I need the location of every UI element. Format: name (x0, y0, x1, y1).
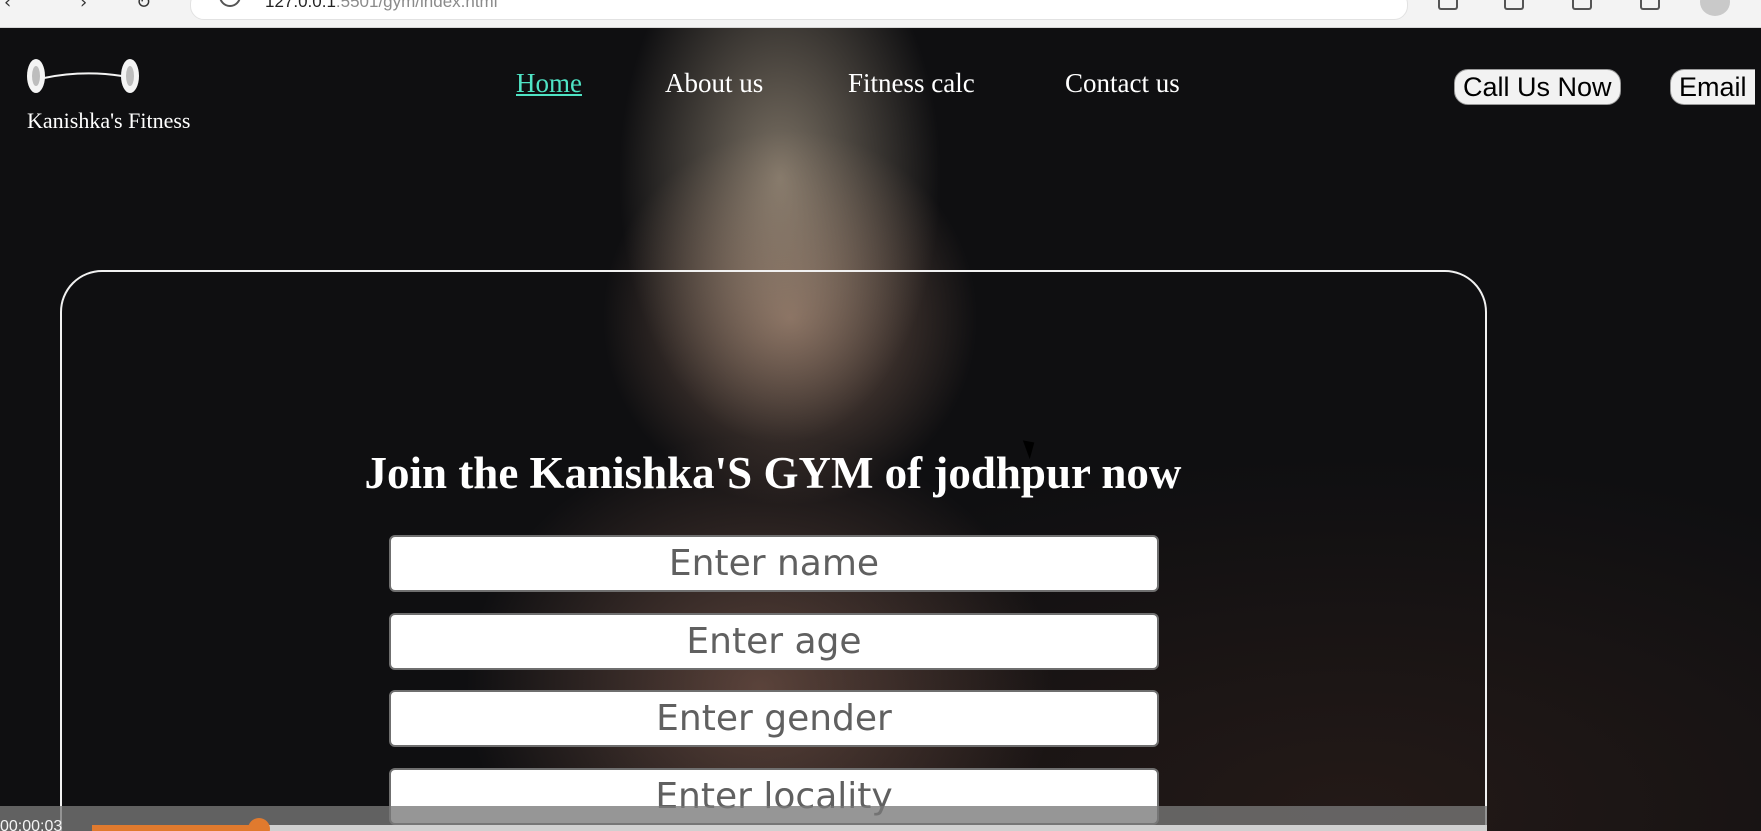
site-info-icon[interactable] (219, 0, 241, 7)
progress-track[interactable] (92, 818, 1487, 831)
favorites-icon[interactable] (1504, 0, 1524, 10)
name-input[interactable] (389, 535, 1159, 592)
collections-icon[interactable] (1572, 0, 1592, 10)
profile-avatar[interactable] (1700, 0, 1730, 16)
nav-about[interactable]: About us (665, 68, 763, 99)
nav-home[interactable]: Home (516, 68, 582, 99)
playback-time: 00:00:03 (0, 818, 63, 831)
forward-icon[interactable]: › (80, 0, 102, 14)
form-title: Join the Kanishka'S GYM of jodhpur now (364, 448, 1182, 498)
back-icon[interactable]: ‹ (4, 0, 26, 14)
extensions-icon[interactable] (1640, 0, 1660, 10)
url-host: 127.0.0.1 (265, 0, 336, 11)
address-bar[interactable]: 127.0.0.1:5501/gym/index.html (190, 0, 1408, 20)
brand-name: Kanishka's Fitness (27, 108, 191, 133)
nav-fitness-calc[interactable]: Fitness calc (848, 68, 975, 99)
gender-input[interactable] (389, 690, 1159, 747)
progress-handle[interactable] (248, 818, 271, 831)
browser-toolbar: ‹ › ↻ 127.0.0.1:5501/gym/index.html (0, 0, 1761, 28)
progress-fill (92, 825, 260, 831)
refresh-icon[interactable]: ↻ (136, 0, 158, 14)
video-player-bar: 00:00:03 (0, 806, 1487, 831)
call-us-button[interactable]: Call Us Now (1454, 69, 1621, 105)
age-input[interactable] (389, 613, 1159, 670)
split-screen-icon[interactable] (1438, 0, 1458, 10)
email-button[interactable]: Email (1670, 69, 1755, 105)
nav-contact[interactable]: Contact us (1065, 68, 1180, 99)
url-path: :5501/gym/index.html (335, 0, 498, 11)
